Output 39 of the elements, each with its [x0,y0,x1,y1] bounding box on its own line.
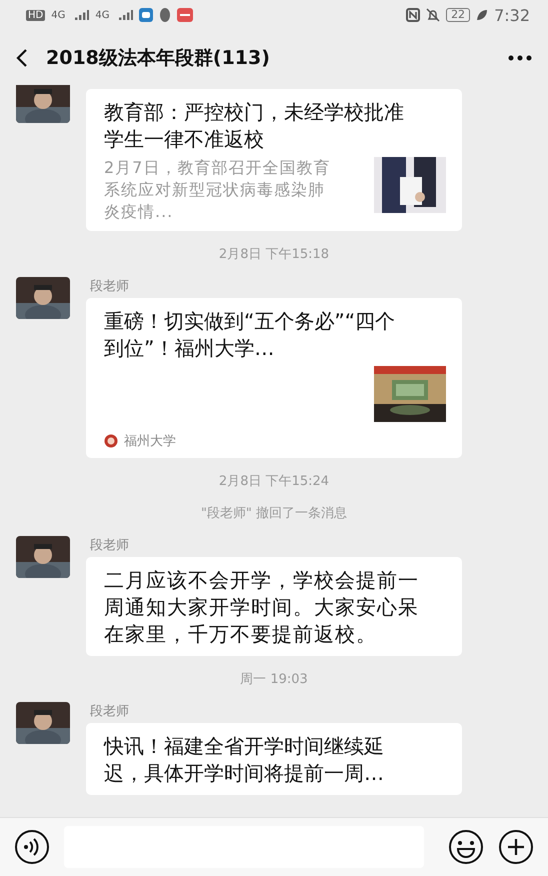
link-card[interactable]: 快讯！福建全省开学时间继续延迟，具体开学时间将提前一周… [86,723,462,795]
source-name: 福州大学 [124,433,176,450]
link-title: 重磅！切实做到“五个务必”“四个到位”！福州大学… [104,308,396,362]
muted-bell-icon [426,8,440,22]
avatar [16,702,70,744]
sender-name: 段老师 [90,703,130,720]
message-text: 二月应该不会开学，学校会提前一周通知大家开学时间。大家安心呆在家里，千万不要提前返校。 [104,567,420,648]
timestamp: 2月8日 下午15:18 [218,246,330,264]
more-icon[interactable] [508,54,532,60]
battery-level: 22 [446,8,470,22]
sender-name: 段老师 [90,278,130,295]
back-icon[interactable] [16,48,28,68]
timestamp: 周一 19:03 [240,671,308,689]
voice-icon[interactable] [14,829,50,865]
app-icon [139,8,154,22]
logo-icon [104,434,118,448]
add-icon[interactable] [498,829,534,865]
emoji-icon[interactable] [448,829,484,865]
avatar [16,536,70,578]
link-title: 快讯！福建全省开学时间继续延迟，具体开学时间将提前一周… [104,733,385,787]
recall-notice: "段老师" 撤回了一条消息 [200,505,348,523]
timestamp: 2月8日 下午15:24 [218,473,330,491]
network-type: 4G [51,10,66,20]
sender-name: 段老师 [90,537,130,554]
clock: 7:32 [494,6,530,24]
avatar [16,85,70,123]
link-title: 教育部：严控校门，未经学校批准学生一律不准返校 [104,99,404,153]
app-icon [177,8,194,22]
leaf-icon [476,9,488,21]
message-bubble[interactable]: 二月应该不会开学，学校会提前一周通知大家开学时间。大家安心呆在家里，千万不要提前返校。 [86,557,462,656]
penguin-icon [159,8,172,22]
network-type: 4G [95,10,110,20]
link-description: 2月7日，教育部召开全国教育系统应对新型冠状病毒感染肺炎疫情... [104,157,332,223]
chat-title: 2018级法本年段群(113) [46,46,271,70]
link-card[interactable]: 教育部：严控校门，未经学校批准学生一律不准返校 2月7日，教育部召开全国教育系统应对新型冠状病毒感染肺炎疫情... [86,89,462,231]
nfc-icon [406,8,420,22]
avatar [16,277,70,319]
link-card[interactable]: 重磅！切实做到“五个务必”“四个到位”！福州大学… 福州大学 [86,298,462,458]
hd-indicator: HD [26,10,46,20]
